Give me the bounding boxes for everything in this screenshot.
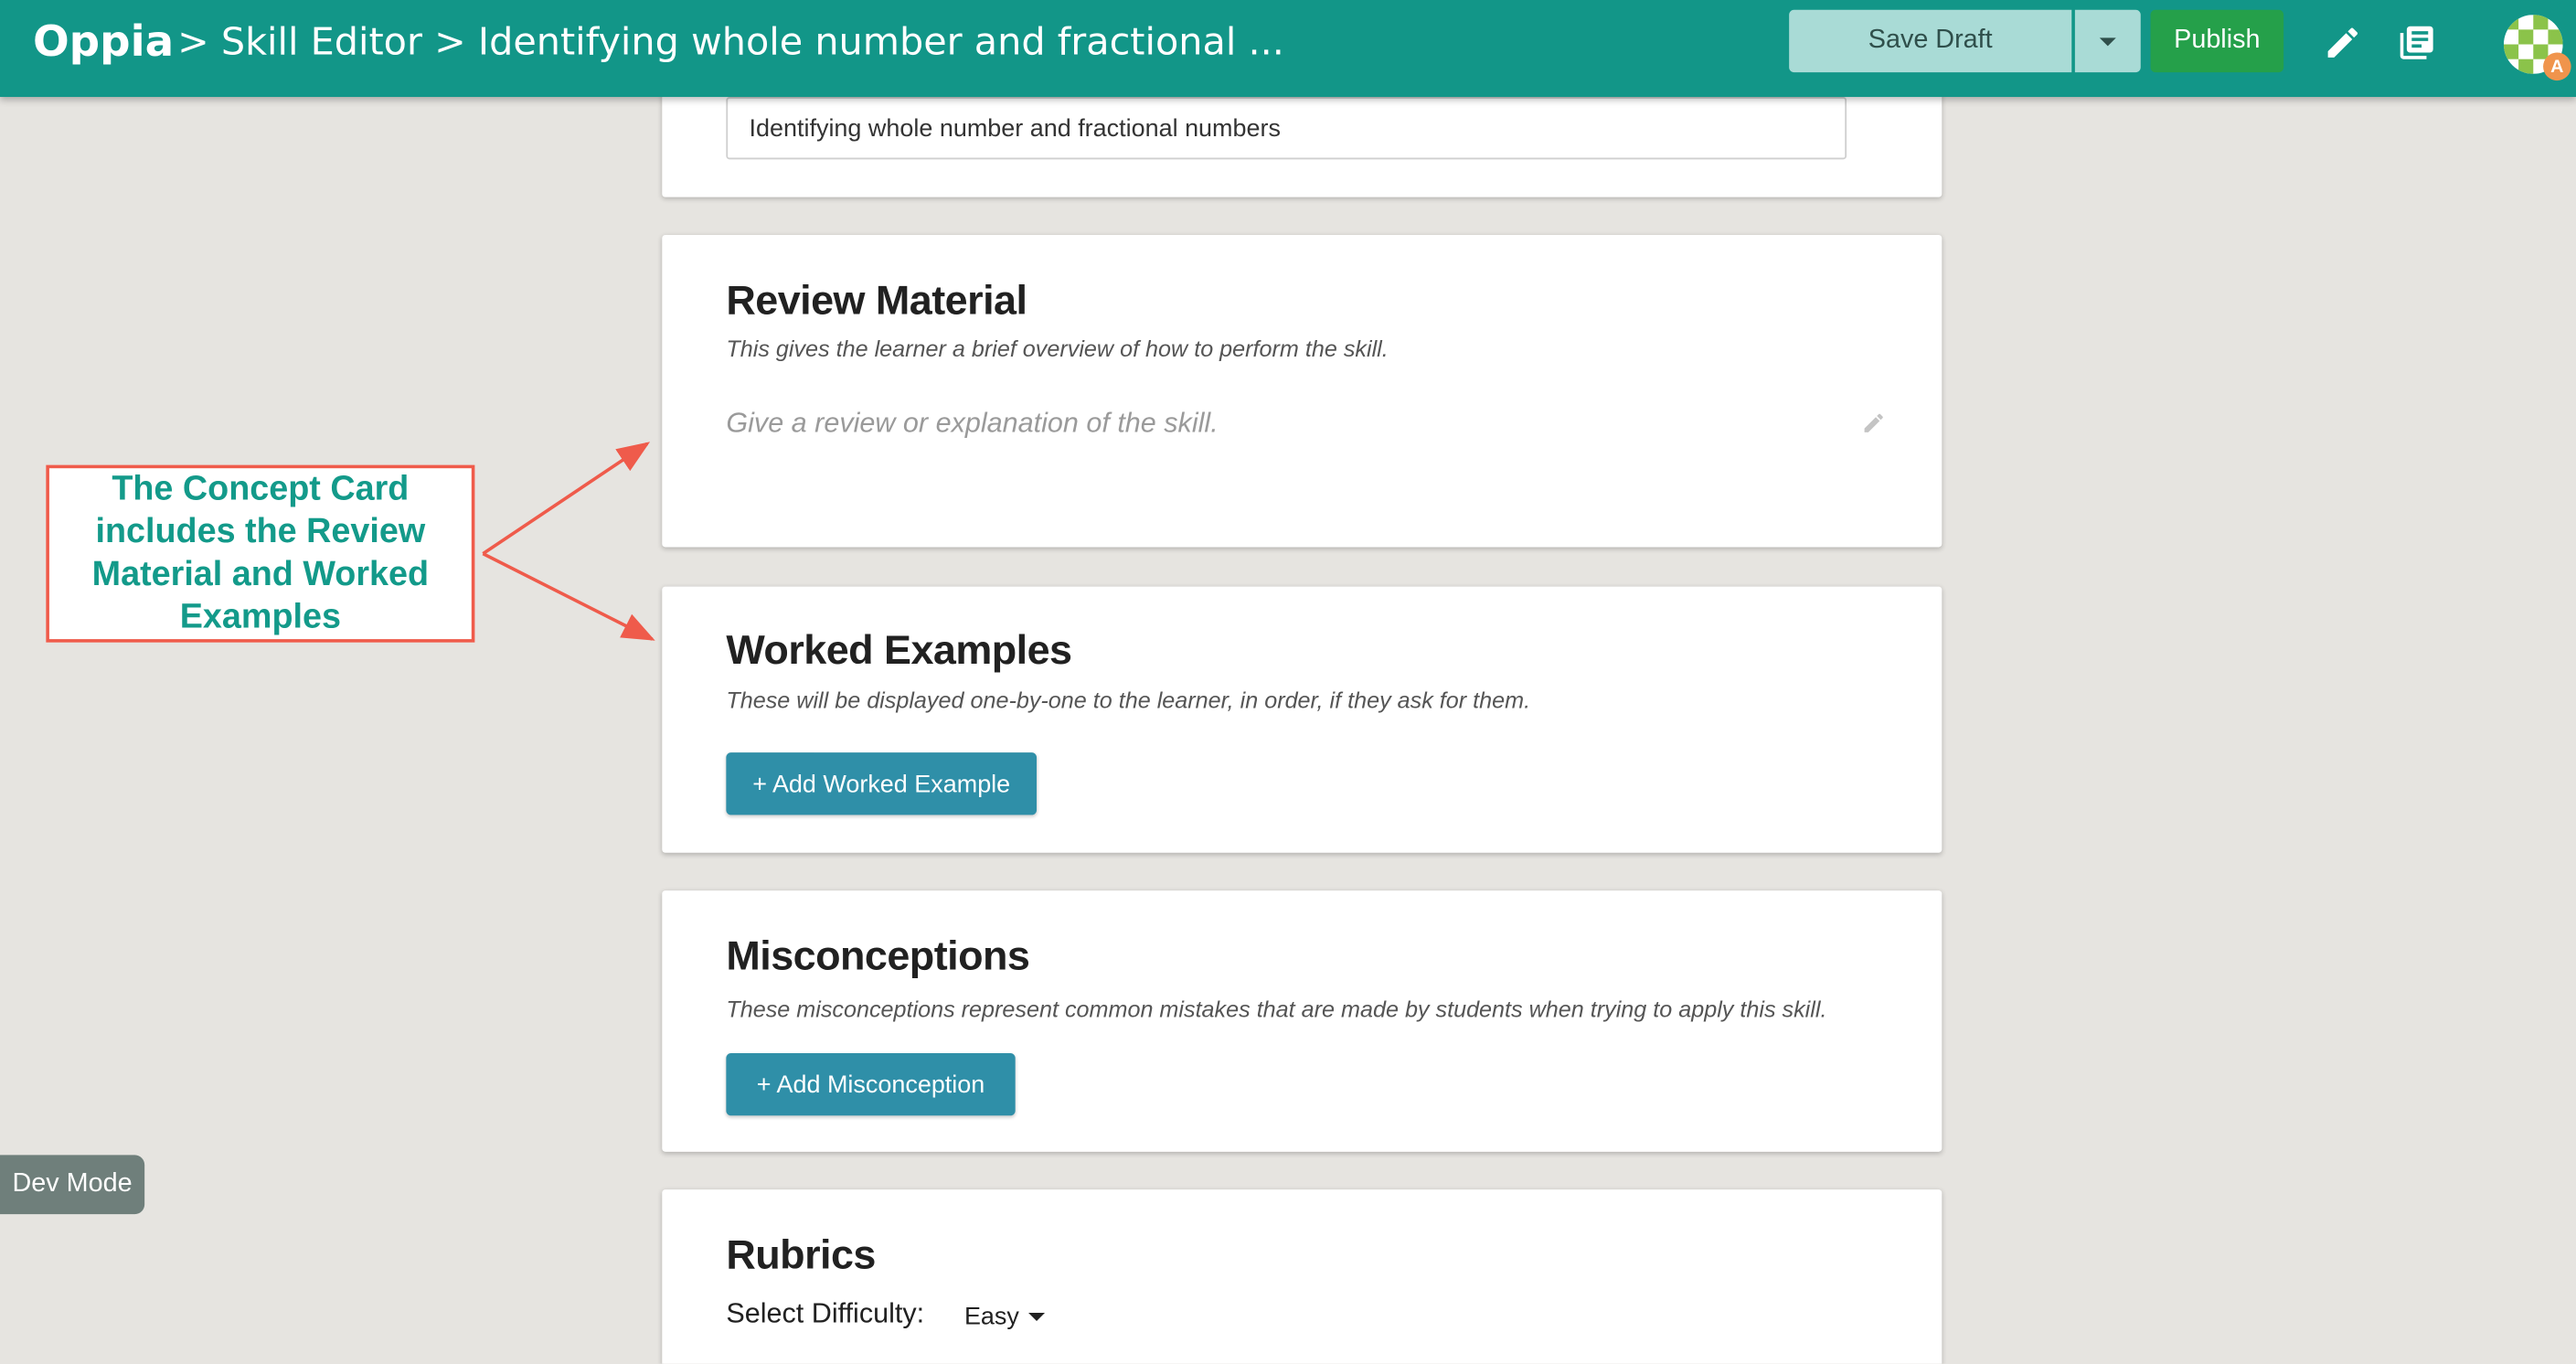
breadcrumb: > Skill Editor > Identifying whole numbe… [177,21,1284,65]
pencil-icon[interactable] [2323,23,2362,70]
oppia-logo[interactable]: Oppia [33,18,174,68]
publish-button[interactable]: Publish [2150,9,2284,73]
save-options-dropdown-button[interactable] [2074,9,2141,73]
save-draft-button[interactable]: Save Draft [1789,9,2072,73]
dev-mode-badge[interactable]: Dev Mode [0,1155,145,1215]
annotation-arrows [482,442,655,641]
preview-icon[interactable] [2397,23,2436,70]
caret-down-icon [2099,37,2116,46]
skill-editor-page: Oppia > Skill Editor > Identifying whole… [0,0,2576,1364]
top-navigation-bar: Oppia > Skill Editor > Identifying whole… [0,0,2576,98]
avatar-badge: A [2543,52,2571,81]
